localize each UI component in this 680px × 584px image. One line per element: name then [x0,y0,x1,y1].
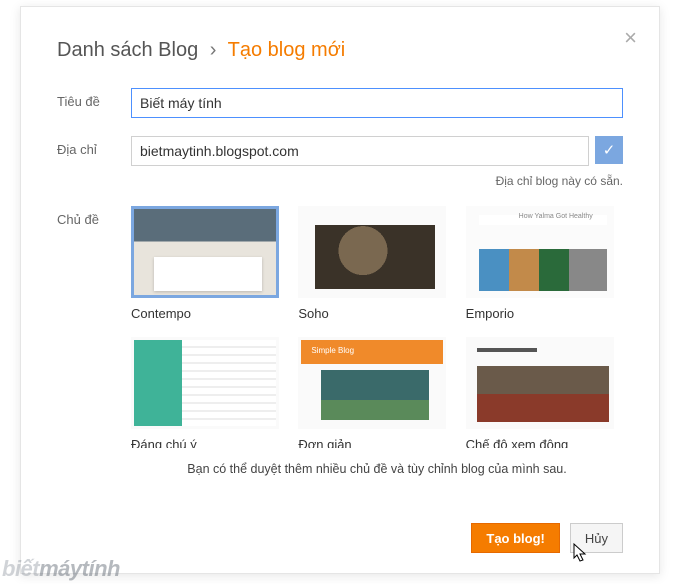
theme-name: Chế độ xem động [466,437,623,448]
create-blog-button[interactable]: Tạo blog! [471,523,560,553]
chevron-right-icon: › [210,39,217,61]
page-title: Tạo blog mới [228,39,346,61]
theme-item[interactable]: How Yalma Got Healthy Emporio [466,206,623,335]
theme-item[interactable]: Chế độ xem động [466,337,623,448]
theme-item[interactable]: Soho [298,206,455,335]
title-input[interactable] [131,88,623,118]
address-label: Địa chỉ [57,136,131,157]
theme-item[interactable]: Đáng chú ý [131,337,288,448]
theme-thumbnail[interactable]: How Yalma Got Healthy [466,206,614,298]
check-icon: ✓ [595,136,623,164]
title-label: Tiêu đề [57,88,131,109]
theme-thumbnail[interactable] [131,206,279,298]
theme-name: Đơn giản [298,437,455,448]
theme-item[interactable]: Simple Blog Đơn giản [298,337,455,448]
create-blog-dialog: × Danh sách Blog › Tạo blog mới Tiêu đề … [20,6,660,574]
watermark: biếtmáytính [2,556,120,582]
theme-label: Chủ đề [57,206,131,227]
theme-item[interactable]: Contempo [131,206,288,335]
breadcrumb: Danh sách Blog [57,39,198,61]
theme-name: Soho [298,306,455,321]
cancel-button[interactable]: Hủy [570,523,623,553]
theme-name: Đáng chú ý [131,437,288,448]
theme-name: Emporio [466,306,623,321]
address-status: Địa chỉ blog này có sẵn. [131,174,623,188]
dialog-header: Danh sách Blog › Tạo blog mới [57,39,623,62]
theme-thumbnail[interactable] [298,206,446,298]
theme-hint: Bạn có thể duyệt thêm nhiều chủ đề và tù… [131,462,623,476]
theme-name: Contempo [131,306,288,321]
close-icon[interactable]: × [624,25,637,51]
address-input[interactable] [131,136,589,166]
theme-thumbnail[interactable] [131,337,279,429]
theme-thumbnail[interactable]: Simple Blog [298,337,446,429]
theme-scroller[interactable]: Contempo Soho How Yalma Got Healthy Emporio… [131,206,623,448]
theme-thumbnail[interactable] [466,337,614,429]
